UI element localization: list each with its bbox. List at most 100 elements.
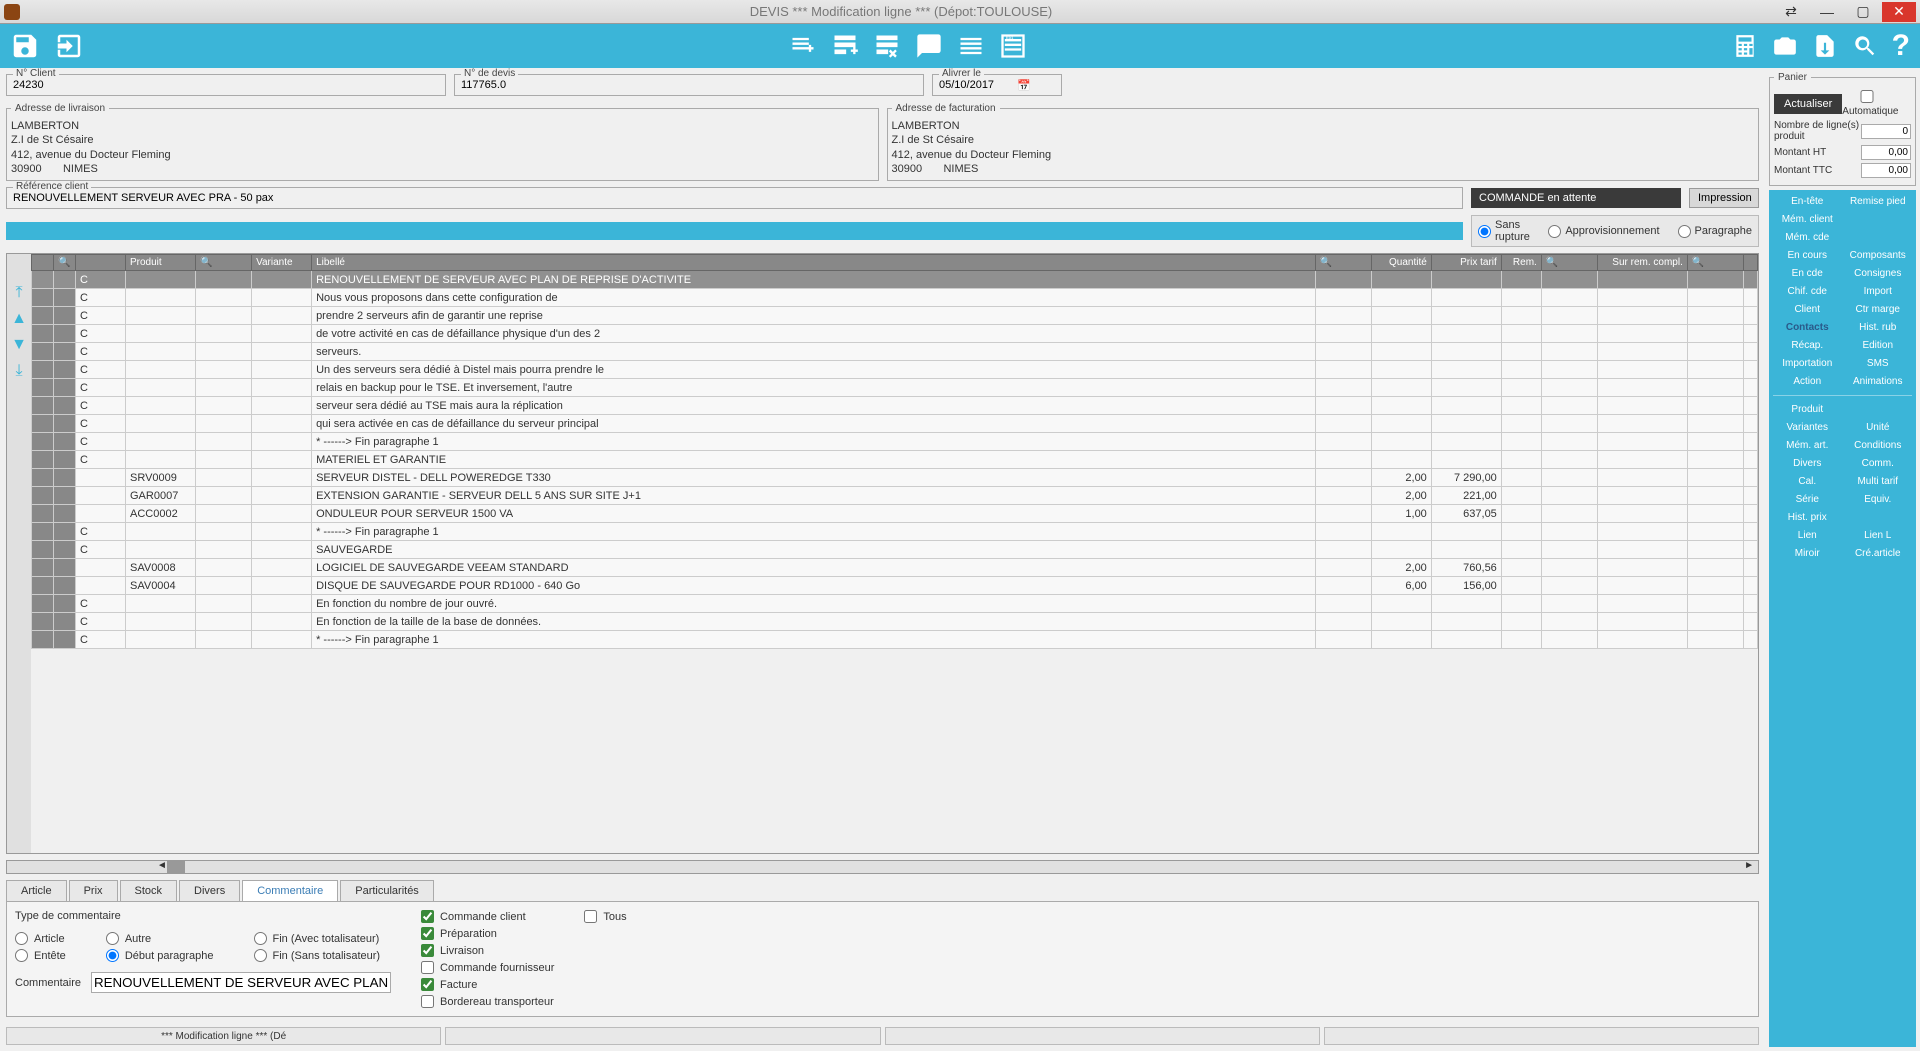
mi-memcde[interactable]: Mém. cde: [1773, 230, 1842, 245]
horizontal-scrollbar[interactable]: ◄►: [6, 860, 1759, 874]
close-icon[interactable]: ✕: [1882, 2, 1916, 22]
export-icon[interactable]: [1812, 33, 1838, 59]
mi-encde[interactable]: En cde: [1773, 266, 1842, 281]
actualiser-button[interactable]: Actualiser: [1774, 94, 1842, 114]
mi-import[interactable]: Import: [1844, 284, 1913, 299]
mi-produit[interactable]: Produit: [1773, 402, 1842, 417]
table-row[interactable]: C En fonction de la taille de la base de…: [32, 613, 1758, 631]
mi-ctr[interactable]: Ctr marge: [1844, 302, 1913, 317]
radio-type-fin-tot[interactable]: Fin (Avec totalisateur): [254, 932, 381, 945]
alivrer-input[interactable]: [937, 77, 1017, 93]
table-row[interactable]: SRV0009 SERVEUR DISTEL - DELL POWEREDGE …: [32, 469, 1758, 487]
chk-cmd-fourn[interactable]: Commande fournisseur: [421, 961, 554, 974]
search-icon[interactable]: [1852, 33, 1878, 59]
table-row[interactable]: ACC0002 ONDULEUR POUR SERVEUR 1500 VA 1,…: [32, 505, 1758, 523]
mi-cond[interactable]: Conditions: [1844, 438, 1913, 453]
radio-appro[interactable]: Approvisionnement: [1548, 225, 1659, 238]
mi-unite[interactable]: Unité: [1844, 420, 1913, 435]
commentaire-input[interactable]: [91, 972, 391, 993]
table-row[interactable]: C relais en backup pour le TSE. Et inver…: [32, 379, 1758, 397]
client-no-input[interactable]: [11, 77, 441, 93]
table-row[interactable]: C MATERIEL ET GARANTIE: [32, 451, 1758, 469]
maximize-icon[interactable]: ▢: [1846, 2, 1880, 22]
add-row-icon[interactable]: [789, 32, 817, 60]
exit-icon[interactable]: [54, 31, 84, 61]
table-row[interactable]: C de votre activité en cas de défaillanc…: [32, 325, 1758, 343]
table-row[interactable]: C SAUVEGARDE: [32, 541, 1758, 559]
mi-recap[interactable]: Récap.: [1773, 338, 1842, 353]
calendar-icon[interactable]: 📅: [1017, 79, 1031, 92]
save-icon[interactable]: [10, 31, 40, 61]
mi-cal[interactable]: Cal.: [1773, 474, 1842, 489]
mi-remise[interactable]: Remise pied: [1844, 194, 1913, 209]
help-icon[interactable]: ?: [1892, 29, 1910, 63]
radio-type-article[interactable]: Article: [15, 932, 66, 945]
mi-consignes[interactable]: Consignes: [1844, 266, 1913, 281]
insert-row-icon[interactable]: [831, 32, 859, 60]
mi-histrub[interactable]: Hist. rub: [1844, 320, 1913, 335]
table-row[interactable]: SAV0004 DISQUE DE SAUVEGARDE POUR RD1000…: [32, 577, 1758, 595]
mi-composants[interactable]: Composants: [1844, 248, 1913, 263]
table-row[interactable]: C En fonction du nombre de jour ouvré.: [32, 595, 1758, 613]
mi-sms[interactable]: SMS: [1844, 356, 1913, 371]
chk-preparation[interactable]: Préparation: [421, 927, 554, 940]
mi-edition[interactable]: Edition: [1844, 338, 1913, 353]
tab-article[interactable]: Article: [6, 880, 67, 901]
mi-multi[interactable]: Multi tarif: [1844, 474, 1913, 489]
table-row[interactable]: C * ------> Fin paragraphe 1: [32, 523, 1758, 541]
tab-particularites[interactable]: Particularités: [340, 880, 434, 901]
radio-type-fin-sans[interactable]: Fin (Sans totalisateur): [254, 949, 381, 962]
arrow-top-icon[interactable]: ⤒: [15, 284, 22, 302]
chk-bordereau[interactable]: Bordereau transporteur: [421, 995, 554, 1008]
devis-no-input[interactable]: [459, 77, 919, 93]
chk-livraison[interactable]: Livraison: [421, 944, 554, 957]
table-row[interactable]: C prendre 2 serveurs afin de garantir un…: [32, 307, 1758, 325]
ref-client-input[interactable]: [11, 190, 1458, 206]
commande-attente-button[interactable]: COMMANDE en attente: [1471, 188, 1681, 208]
minimize-icon[interactable]: —: [1810, 2, 1844, 22]
lines-grid[interactable]: 🔍 Produit 🔍 Variante Libellé 🔍 Quantité …: [31, 254, 1758, 853]
table-row[interactable]: SAV0008 LOGICIEL DE SAUVEGARDE VEEAM STA…: [32, 559, 1758, 577]
impression-button[interactable]: Impression: [1689, 188, 1759, 208]
list-icon[interactable]: list: [999, 32, 1027, 60]
table-row[interactable]: C Nous vous proposons dans cette configu…: [32, 289, 1758, 307]
mi-lienl[interactable]: Lien L: [1844, 528, 1913, 543]
radio-type-autre[interactable]: Autre: [106, 932, 214, 945]
restore-icon[interactable]: ⇄: [1774, 2, 1808, 22]
mi-anim[interactable]: Animations: [1844, 374, 1913, 389]
table-row[interactable]: C RENOUVELLEMENT DE SERVEUR AVEC PLAN DE…: [32, 271, 1758, 289]
mi-divers[interactable]: Divers: [1773, 456, 1842, 471]
mi-action[interactable]: Action: [1773, 374, 1842, 389]
mi-entete[interactable]: En-tête: [1773, 194, 1842, 209]
chk-cmd-client[interactable]: Commande client: [421, 910, 554, 923]
arrow-down-icon[interactable]: ▼: [11, 336, 27, 354]
table-row[interactable]: C serveur sera dédié au TSE mais aura la…: [32, 397, 1758, 415]
mi-variantes[interactable]: Variantes: [1773, 420, 1842, 435]
tab-divers[interactable]: Divers: [179, 880, 240, 901]
mi-serie[interactable]: Série: [1773, 492, 1842, 507]
table-row[interactable]: C qui sera activée en cas de défaillance…: [32, 415, 1758, 433]
chk-automatique[interactable]: Automatique: [1842, 90, 1911, 117]
tab-stock[interactable]: Stock: [120, 880, 178, 901]
mi-memclient[interactable]: Mém. client: [1773, 212, 1842, 227]
table-row[interactable]: GAR0007 EXTENSION GARANTIE - SERVEUR DEL…: [32, 487, 1758, 505]
radio-sans-rupture[interactable]: Sans rupture: [1478, 219, 1530, 243]
mi-equiv[interactable]: Equiv.: [1844, 492, 1913, 507]
radio-type-debut[interactable]: Début paragraphe: [106, 949, 214, 962]
tab-commentaire[interactable]: Commentaire: [242, 880, 338, 901]
lines-icon[interactable]: [957, 32, 985, 60]
chk-facture[interactable]: Facture: [421, 978, 554, 991]
mi-contacts[interactable]: Contacts: [1773, 320, 1842, 335]
chat-icon[interactable]: [915, 32, 943, 60]
tab-prix[interactable]: Prix: [69, 880, 118, 901]
calculator-icon[interactable]: [1732, 33, 1758, 59]
table-row[interactable]: C serveurs.: [32, 343, 1758, 361]
table-row[interactable]: C * ------> Fin paragraphe 1: [32, 631, 1758, 649]
delete-row-icon[interactable]: [873, 32, 901, 60]
mi-lien[interactable]: Lien: [1773, 528, 1842, 543]
mi-creart[interactable]: Cré.article: [1844, 546, 1913, 561]
radio-type-entete[interactable]: Entête: [15, 949, 66, 962]
mi-histprix[interactable]: Hist. prix: [1773, 510, 1842, 525]
table-row[interactable]: C * ------> Fin paragraphe 1: [32, 433, 1758, 451]
mi-chif[interactable]: Chif. cde: [1773, 284, 1842, 299]
